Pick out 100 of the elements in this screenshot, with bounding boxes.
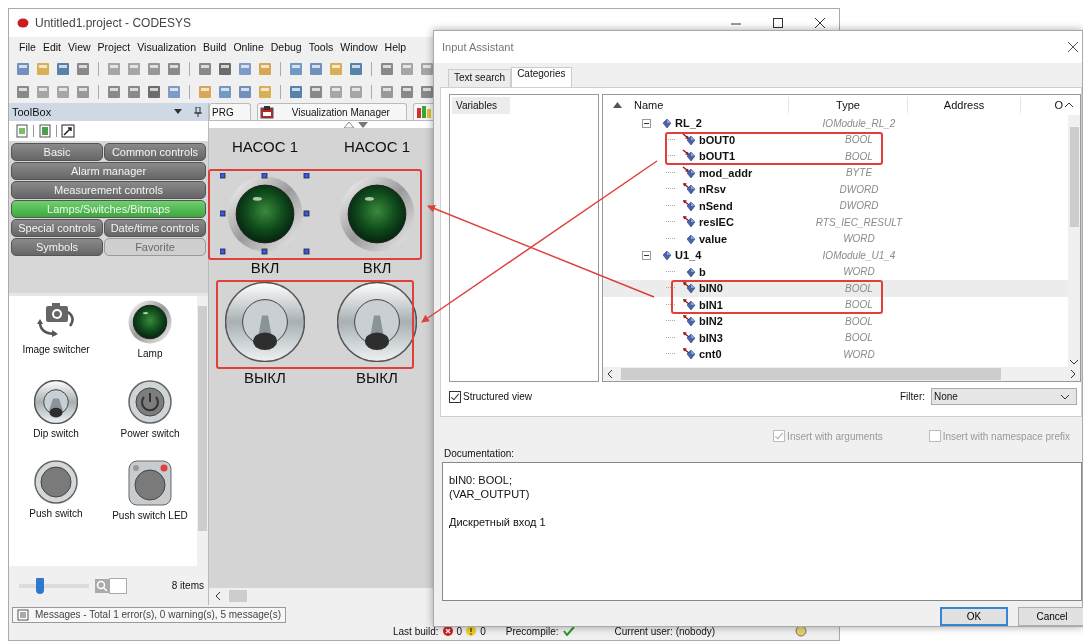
category-tab[interactable]: Common controls <box>104 143 206 161</box>
toolbar-icon[interactable] <box>75 83 91 100</box>
tree-row[interactable]: nSend DWORD <box>603 197 1068 214</box>
scroll-right-icon[interactable] <box>1070 370 1076 378</box>
toolbar-icon[interactable] <box>106 60 122 77</box>
toolbar-icon[interactable] <box>308 60 324 77</box>
search-icon[interactable] <box>95 578 109 593</box>
menu-item[interactable]: Window <box>340 41 378 53</box>
toolbar-icon[interactable] <box>379 60 395 77</box>
maximize-icon[interactable] <box>773 18 783 28</box>
round-button-icon[interactable] <box>34 460 78 504</box>
sort-icon[interactable] <box>613 102 622 108</box>
toolbar-icon[interactable] <box>126 60 142 77</box>
toolbar-icon[interactable] <box>328 83 344 100</box>
tree-row[interactable]: cnt0 WORD <box>603 346 1068 363</box>
column-header[interactable]: Type <box>789 97 908 113</box>
toolbar-icon[interactable] <box>35 83 51 100</box>
category-tab[interactable]: Basic <box>11 143 103 161</box>
toolbar-icon[interactable] <box>126 83 142 100</box>
list-view-icon[interactable] <box>38 124 52 138</box>
grid-view-icon[interactable] <box>15 124 29 138</box>
close-icon[interactable] <box>1068 42 1078 52</box>
pin-icon[interactable] <box>194 107 202 117</box>
tree-row[interactable]: bIN3 BOOL <box>603 329 1068 346</box>
scrollbar-thumb[interactable] <box>1069 127 1079 227</box>
menu-item[interactable]: Help <box>384 41 407 53</box>
toolbar-icon[interactable] <box>217 60 233 77</box>
column-header[interactable]: Name <box>634 97 789 113</box>
tree-row[interactable]: mod_addr BYTE <box>603 164 1068 181</box>
tree-row[interactable]: value WORD <box>603 230 1068 247</box>
category-tab[interactable]: Date/time controls <box>104 219 206 237</box>
scrollbar-thumb[interactable] <box>198 306 207 531</box>
scrollbar[interactable] <box>1068 115 1080 367</box>
toolbar-icon[interactable] <box>399 83 415 100</box>
power-button-icon[interactable] <box>128 380 172 424</box>
tree-row[interactable]: bOUT1 BOOL <box>603 148 1068 165</box>
tree-row[interactable]: U1_4 IOModule_U1_4 <box>603 247 1068 264</box>
toolbar-icon[interactable] <box>146 83 162 100</box>
toolbar-icon[interactable] <box>419 60 435 77</box>
toolbar-icon[interactable] <box>348 60 364 77</box>
scrollbar[interactable] <box>603 367 1080 381</box>
tab[interactable]: Text search <box>448 69 512 87</box>
led-button-icon[interactable] <box>128 460 172 506</box>
tree-row[interactable]: bIN1 BOOL <box>603 296 1068 313</box>
category-tab[interactable]: Symbols <box>11 238 103 256</box>
zoom-field[interactable] <box>109 577 127 594</box>
checkbox[interactable] <box>449 390 461 403</box>
menu-item[interactable]: Online <box>233 41 264 53</box>
toolbar-icon[interactable] <box>15 60 31 77</box>
dropdown-icon[interactable] <box>174 109 182 115</box>
menu-item[interactable]: Project <box>97 41 131 53</box>
category-tab[interactable]: Special controls <box>11 219 103 237</box>
toolbar-icon[interactable] <box>197 83 213 100</box>
zoom-slider[interactable] <box>19 576 89 595</box>
toolbar-icon[interactable] <box>166 60 182 77</box>
toolbar-icon[interactable] <box>197 60 213 77</box>
editor-tab[interactable]: Visualization Manager <box>256 103 407 120</box>
tree-row[interactable]: b WORD <box>603 263 1068 280</box>
toolbar-icon[interactable] <box>106 83 122 100</box>
toolbar-icon[interactable] <box>419 83 435 100</box>
toolbar-icon[interactable] <box>288 60 304 77</box>
toolbar-icon[interactable] <box>257 60 273 77</box>
toolbar-icon[interactable] <box>399 60 415 77</box>
tree-row[interactable]: bOUT0 BOOL <box>603 131 1068 148</box>
toolbar-icon[interactable] <box>308 83 324 100</box>
tab[interactable]: Categories <box>511 67 572 87</box>
menu-item[interactable]: Visualization <box>137 41 197 53</box>
toolbar-icon[interactable] <box>237 83 253 100</box>
toolbar-icon[interactable] <box>237 60 253 77</box>
toolbar-icon[interactable] <box>288 83 304 100</box>
toolbar-icon[interactable] <box>146 60 162 77</box>
collapse-toggle-icon[interactable] <box>642 118 651 128</box>
scroll-left-icon[interactable] <box>607 370 613 378</box>
arrow-box-icon[interactable] <box>61 124 75 138</box>
toolbar-icon[interactable] <box>75 60 91 77</box>
menu-item[interactable]: Edit <box>42 41 61 53</box>
category-tab[interactable]: Alarm manager <box>11 162 206 180</box>
scrollbar[interactable] <box>197 296 208 566</box>
menu-item[interactable]: Debug <box>270 41 302 53</box>
toggle-switch[interactable] <box>337 282 417 362</box>
menu-item[interactable]: View <box>68 41 91 53</box>
scroll-left-icon[interactable] <box>215 591 221 600</box>
slider-thumb[interactable] <box>36 577 44 594</box>
editor-tab[interactable]: PRG <box>209 103 251 120</box>
tree-row[interactable]: bIN2 BOOL <box>603 313 1068 330</box>
menu-item[interactable]: Build <box>203 41 227 53</box>
tree-row[interactable]: nRsv DWORD <box>603 181 1068 198</box>
scroll-down-icon[interactable] <box>1070 359 1078 365</box>
dialog-button[interactable]: Cancel <box>1018 607 1083 626</box>
toolbar-icon[interactable] <box>55 83 71 100</box>
collapse-toggle-icon[interactable] <box>642 250 651 260</box>
scrollbar-thumb[interactable] <box>229 589 247 602</box>
toolbar-icon[interactable] <box>379 83 395 100</box>
category-tab[interactable]: Measurement controls <box>11 181 206 199</box>
tree-row[interactable]: resIEC RTS_IEC_RESULT <box>603 214 1068 231</box>
lamp-indicator[interactable] <box>220 173 310 255</box>
filter-dropdown[interactable]: None <box>931 388 1077 405</box>
dialog-button[interactable]: OK <box>940 607 1008 626</box>
toolbar-icon[interactable] <box>348 83 364 100</box>
messages-tab[interactable]: Messages - Total 1 error(s), 0 warning(s), 5 message(s) <box>12 606 286 623</box>
